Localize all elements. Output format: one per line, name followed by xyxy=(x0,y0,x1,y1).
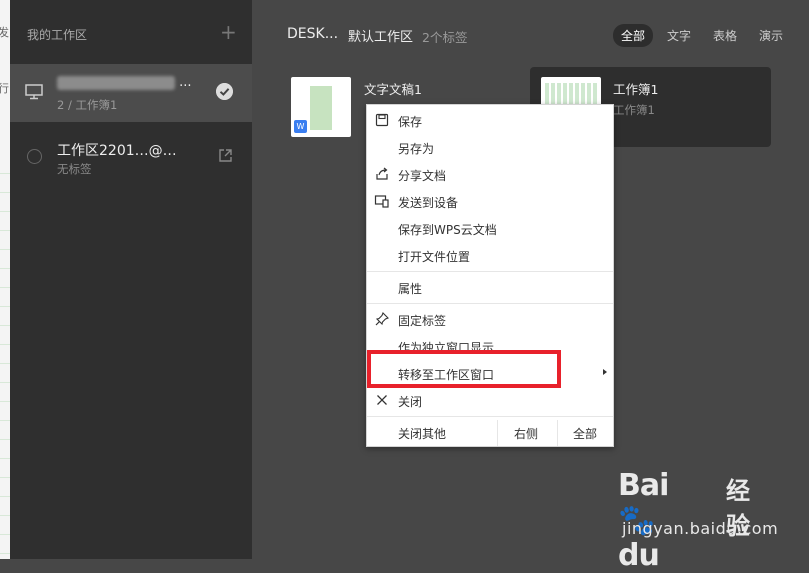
workspace-radio[interactable] xyxy=(27,149,42,164)
wps-writer-icon: W xyxy=(294,120,307,133)
pin-icon xyxy=(375,312,389,326)
menu-divider xyxy=(367,416,613,417)
workspace-subtitle: 无标签 xyxy=(57,162,92,176)
workbook-subtitle: 工作簿1 xyxy=(613,103,655,117)
save-icon xyxy=(375,113,389,127)
context-menu: 保存 另存为 分享文档 发送到设备 保存到WPS云文档 打开文件位置 属性 固定… xyxy=(366,104,614,447)
menu-item-save[interactable]: 保存 xyxy=(367,107,613,133)
menu-item-properties[interactable]: 属性 xyxy=(367,274,613,300)
workspace-subtitle: 2 / 工作簿1 xyxy=(57,98,118,112)
filter-tabs: 全部 文字 表格 演示 xyxy=(612,24,791,47)
document-thumbnail[interactable]: W xyxy=(291,77,351,137)
workspace-name: ... xyxy=(57,75,192,90)
share-icon xyxy=(376,167,388,180)
workbook-title: 工作簿1 xyxy=(613,82,659,97)
menu-divider-vertical xyxy=(497,420,498,446)
device-icon xyxy=(374,195,389,208)
monitor-icon xyxy=(25,84,43,100)
edge-char: 行 xyxy=(0,82,9,95)
workspace-sidebar: 我的工作区 + ... 2 / 工作簿1 工作区2201…@… 无标签 xyxy=(10,0,252,559)
workspace-item-other[interactable]: 工作区2201…@… 无标签 xyxy=(10,132,252,182)
highlight-annotation xyxy=(367,350,561,388)
filter-spreadsheet[interactable]: 表格 xyxy=(705,24,745,47)
add-workspace-button[interactable]: + xyxy=(220,20,237,44)
tab-count: 2个标签 xyxy=(422,30,468,45)
device-name: DESK... xyxy=(287,26,339,42)
menu-item-close[interactable]: 关闭 xyxy=(367,387,613,413)
watermark-url: jingyan.baidu.com xyxy=(622,519,779,538)
menu-item-open-location[interactable]: 打开文件位置 xyxy=(367,242,613,268)
menu-label: 保存到WPS云文档 xyxy=(398,223,497,237)
background-app-edge: 发 行 xyxy=(0,0,10,559)
close-all-button[interactable]: 全部 xyxy=(573,425,597,451)
selected-check-icon xyxy=(216,83,233,100)
menu-label: 属性 xyxy=(398,282,423,296)
name-ellipsis: ... xyxy=(179,75,192,90)
open-external-icon[interactable] xyxy=(218,148,233,163)
close-icon xyxy=(377,395,387,405)
filter-presentation[interactable]: 演示 xyxy=(751,24,791,47)
menu-divider xyxy=(367,303,613,304)
filter-text[interactable]: 文字 xyxy=(659,24,699,47)
menu-divider-vertical xyxy=(557,420,558,446)
filter-all[interactable]: 全部 xyxy=(612,24,653,47)
menu-item-save-to-cloud[interactable]: 保存到WPS云文档 xyxy=(367,215,613,241)
menu-label: 保存 xyxy=(398,115,423,129)
submenu-arrow-icon xyxy=(603,369,607,375)
document-title[interactable]: 文字文稿1 xyxy=(364,79,422,98)
menu-item-send-to-device[interactable]: 发送到设备 xyxy=(367,188,613,214)
page-preview xyxy=(310,86,332,130)
workspace-title: 默认工作区 xyxy=(348,30,414,45)
menu-label: 固定标签 xyxy=(398,314,447,328)
menu-item-pin-tab[interactable]: 固定标签 xyxy=(367,306,613,332)
menu-label: 另存为 xyxy=(398,142,435,156)
workspace-item-current[interactable]: ... 2 / 工作簿1 xyxy=(10,64,252,122)
menu-item-save-as[interactable]: 另存为 xyxy=(367,134,613,160)
menu-label: 打开文件位置 xyxy=(398,250,471,264)
menu-label: 发送到设备 xyxy=(398,196,459,210)
menu-label: 关闭 xyxy=(398,395,423,409)
sidebar-title: 我的工作区 xyxy=(27,28,88,42)
menu-divider xyxy=(367,271,613,272)
workspace-name: 工作区2201…@… xyxy=(57,143,177,159)
close-right-button[interactable]: 右侧 xyxy=(514,425,538,451)
menu-label: 分享文档 xyxy=(398,169,447,183)
menu-item-share[interactable]: 分享文档 xyxy=(367,161,613,187)
edge-char: 发 xyxy=(0,26,9,39)
close-others-button[interactable]: 关闭其他 xyxy=(398,425,446,451)
redacted-name xyxy=(57,75,175,90)
